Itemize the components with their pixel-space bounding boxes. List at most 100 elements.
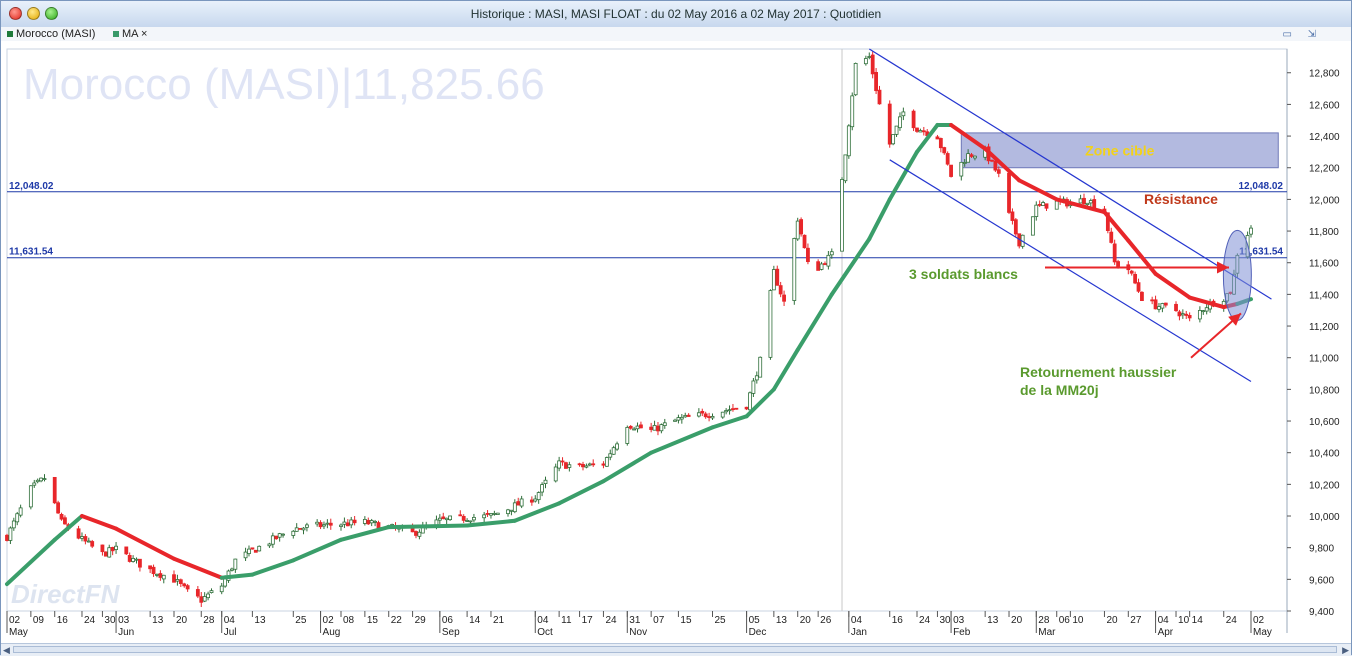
candle-body [758, 356, 763, 378]
candle-body [209, 590, 214, 594]
y-tick-label: 9,800 [1309, 544, 1334, 555]
candle-body [840, 179, 844, 252]
expand-icon[interactable]: ⇲ [1308, 29, 1316, 40]
legend-swatch-icon [7, 31, 13, 38]
scroll-left-icon[interactable]: ◀ [3, 645, 10, 656]
candle-body [253, 549, 258, 553]
candle-body [134, 558, 139, 561]
candle-body [703, 413, 708, 418]
candle-body [1078, 198, 1083, 204]
candle-body [178, 579, 183, 584]
x-tick-label: 26 [820, 615, 832, 626]
candle-body [1082, 197, 1086, 205]
chart-plot-area[interactable]: Morocco (MASI)|11,825.66 DirectFN 9,400 9,6… [1, 41, 1351, 643]
x-tick-label: 22 [391, 615, 403, 626]
candle-body [898, 116, 902, 129]
price-chart[interactable]: Morocco (MASI)|11,825.66 DirectFN 9,400 9,6… [1, 41, 1351, 643]
x-month-label: Oct [537, 627, 553, 638]
x-month-label: Jun [118, 627, 134, 638]
candle-body [1041, 202, 1045, 206]
legend-item-masi[interactable]: Morocco (MASI) [7, 28, 95, 40]
restore-icon[interactable]: ▭ [1283, 29, 1292, 40]
candle-body [853, 63, 858, 96]
candle-body [1133, 273, 1138, 284]
x-month-label: Aug [323, 627, 341, 638]
candle-body [679, 416, 684, 420]
candle-body [352, 519, 357, 524]
x-tick-label: 31 [629, 615, 641, 626]
candle-body [1088, 200, 1093, 204]
legend-label: Morocco (MASI) [16, 28, 96, 40]
candle-body [911, 110, 916, 129]
candle-body [59, 514, 64, 520]
y-tick-label: 9,600 [1309, 575, 1334, 586]
candle-body [632, 428, 637, 431]
x-tick-label: 04 [537, 615, 549, 626]
legend-bar: Morocco (MASI) MA × [1, 27, 1351, 41]
x-month-label: Sep [442, 627, 460, 638]
legend-label: MA × [122, 28, 148, 40]
candle-body [962, 162, 967, 164]
candle-body [223, 578, 228, 587]
candle-body [819, 263, 824, 270]
y-tick-label: 9,400 [1309, 607, 1334, 618]
candle-body [959, 161, 964, 177]
x-tick-label: 14 [1192, 615, 1204, 626]
candle-body [437, 517, 442, 521]
candle-body [349, 519, 354, 526]
x-tick-label: 30 [104, 615, 116, 626]
candle-body [792, 238, 797, 301]
y-tick-label: 11,800 [1309, 227, 1339, 238]
candle-body [625, 427, 630, 444]
candle-body [1184, 313, 1189, 316]
candle-body [107, 547, 112, 558]
legend-item-ma[interactable]: MA × [113, 28, 147, 40]
candle-body [270, 535, 275, 545]
candle-body [328, 522, 333, 526]
candle-body [877, 89, 882, 105]
x-tick-label: 05 [749, 615, 761, 626]
candle-body [543, 479, 548, 484]
candle-body [696, 412, 701, 417]
candle-body [635, 425, 640, 430]
horizontal-scrollbar[interactable]: ◀ ▶ [1, 643, 1351, 656]
candle-body [1037, 204, 1042, 206]
candle-body [639, 424, 643, 429]
candle-body [710, 415, 715, 419]
candle-body [506, 509, 510, 515]
candle-body [305, 524, 309, 528]
candle-body [826, 254, 831, 267]
candle-body [277, 533, 282, 538]
hline-label-left: 12,048.02 [9, 181, 54, 192]
scrollbar-thumb[interactable] [13, 646, 1337, 653]
candle-body [509, 509, 514, 512]
candle-body [676, 417, 681, 421]
watermark-title: Morocco (MASI)|11,825.66 [23, 60, 545, 109]
candle-body [28, 485, 33, 508]
annotation-label: 3 soldats blancs [909, 266, 1018, 282]
x-tick-label: 10 [1178, 615, 1190, 626]
candle-body [754, 375, 759, 381]
y-tick-label: 10,800 [1309, 385, 1340, 396]
candle-body [778, 285, 783, 295]
brand-watermark: DirectFN [11, 579, 121, 609]
candle-body [414, 531, 418, 536]
candle-body [369, 520, 374, 524]
scroll-right-icon[interactable]: ▶ [1342, 645, 1349, 656]
candle-body [1109, 231, 1114, 243]
candle-body [35, 479, 40, 483]
candle-body [472, 516, 476, 521]
candle-body [325, 522, 330, 525]
x-tick-label: 02 [1253, 615, 1265, 626]
candle-body [1112, 243, 1117, 263]
candle-body [315, 521, 320, 525]
candle-body [182, 583, 187, 587]
candle-body [1153, 299, 1158, 310]
candle-body [1007, 172, 1011, 213]
x-tick-label: 28 [1038, 615, 1050, 626]
candle-body [1013, 219, 1018, 235]
candle-body [1197, 310, 1202, 320]
candle-body [1030, 216, 1035, 236]
x-tick-label: 13 [254, 615, 266, 626]
candle-body [1163, 302, 1168, 306]
